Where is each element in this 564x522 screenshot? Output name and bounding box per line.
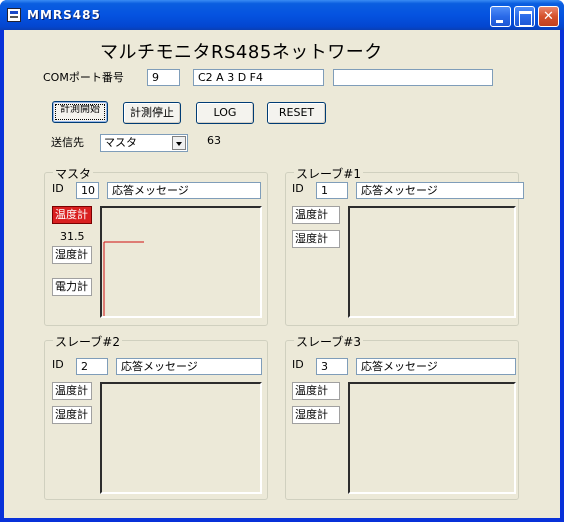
slave2-id-input[interactable]: 2 (76, 358, 108, 375)
count-value: 63 (207, 134, 221, 147)
com-port-label: COMポート番号 (43, 71, 124, 84)
log-button[interactable]: LOG (196, 102, 254, 124)
maximize-button[interactable] (514, 6, 535, 27)
slave1-id-label: ID (292, 182, 304, 195)
panel-slave2-title: スレーブ#2 (53, 333, 122, 350)
slave3-trend-plot (348, 382, 516, 494)
app-icon (7, 8, 21, 22)
master-id-input[interactable]: 10 (76, 182, 99, 199)
page-title: マルチモニタRS485ネットワーク (100, 42, 383, 63)
master-id-label: ID (52, 182, 64, 195)
panel-slave3-title: スレーブ#3 (294, 333, 363, 350)
com-port-input[interactable]: 9 (147, 69, 180, 86)
master-power-tag: 電力計 (52, 278, 92, 296)
panel-master-title: マスタ (53, 165, 94, 182)
window-title: MMRS485 (27, 8, 101, 22)
slave1-message-field[interactable]: 応答メッセージ (356, 182, 524, 199)
slave2-temperature-tag: 温度計 (52, 382, 92, 400)
destination-value: マスタ (104, 136, 137, 149)
master-humidity-tag: 湿度計 (52, 246, 92, 264)
master-trend-plot (100, 206, 262, 318)
slave3-id-input[interactable]: 3 (316, 358, 348, 375)
slave2-trend-plot (100, 382, 262, 494)
stop-measure-button[interactable]: 計測停止 (123, 102, 181, 124)
master-temperature-tag: 温度計 (52, 206, 92, 224)
slave1-temperature-tag: 温度計 (292, 206, 340, 224)
destination-select[interactable]: マスタ (100, 134, 188, 152)
extra-field[interactable] (333, 69, 493, 86)
panel-slave1-title: スレーブ#1 (294, 165, 363, 182)
slave3-humidity-tag: 湿度計 (292, 406, 340, 424)
slave1-humidity-tag: 湿度計 (292, 230, 340, 248)
received-data-field[interactable]: C2 A 3 D F4 (193, 69, 324, 86)
reset-button[interactable]: RESET (267, 102, 326, 124)
slave1-id-input[interactable]: 1 (316, 182, 348, 199)
slave2-humidity-tag: 湿度計 (52, 406, 92, 424)
slave2-message-field[interactable]: 応答メッセージ (116, 358, 262, 375)
master-temperature-value: 31.5 (60, 230, 85, 243)
slave1-trend-plot (348, 206, 516, 318)
title-bar[interactable]: MMRS485 ✕ (0, 0, 564, 30)
client-area: マルチモニタRS485ネットワーク COMポート番号 9 C2 A 3 D F4… (4, 30, 560, 518)
slave3-id-label: ID (292, 358, 304, 371)
master-trend-svg (103, 241, 144, 316)
slave2-id-label: ID (52, 358, 64, 371)
app-window: MMRS485 ✕ マルチモニタRS485ネットワーク COMポート番号 9 C… (0, 0, 564, 522)
start-measure-label: 計測開始 (55, 104, 105, 120)
master-message-field[interactable]: 応答メッセージ (107, 182, 261, 199)
minimize-button[interactable] (490, 6, 511, 27)
close-button[interactable]: ✕ (538, 6, 559, 27)
slave3-message-field[interactable]: 応答メッセージ (356, 358, 516, 375)
chevron-down-icon[interactable] (172, 136, 186, 150)
start-measure-button[interactable]: 計測開始 (52, 101, 108, 123)
destination-label: 送信先 (51, 136, 84, 149)
slave3-temperature-tag: 温度計 (292, 382, 340, 400)
